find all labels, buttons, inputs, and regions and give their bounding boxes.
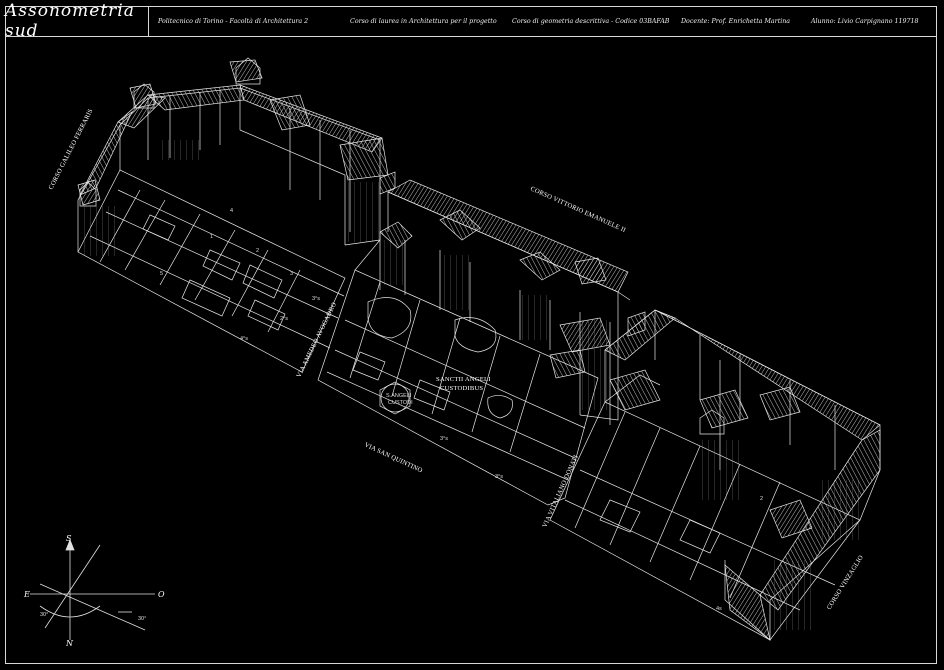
street-corso-galileo-ferraris: CORSO GALILEO FERRARIS xyxy=(48,108,95,191)
svg-text:4: 4 xyxy=(230,208,233,214)
svg-text:3: 3 xyxy=(290,271,293,277)
street-corso-vittorio-emanuele: CORSO VITTORIO EMANUELE II xyxy=(529,185,627,234)
svg-text:3°s: 3°s xyxy=(495,474,503,480)
church-label-2: CUSTODIBUS xyxy=(440,385,483,392)
street-via-vitaliano-donati: VIA VITALIANO DONATI xyxy=(541,454,579,529)
svg-text:4s: 4s xyxy=(716,606,722,612)
svg-text:4°s: 4°s xyxy=(240,336,248,342)
svg-text:2: 2 xyxy=(760,496,763,502)
compass-west: O xyxy=(158,590,165,599)
compass-north: N xyxy=(65,639,74,648)
svg-text:2°s: 2°s xyxy=(280,316,288,322)
ring-label-2: CUSTODI xyxy=(388,400,413,406)
axonometric-drawing: 4 1 2 3 5 2°s 4°s 3°s 3°s 3°s 2 4s SANCTII ANG… xyxy=(23,57,881,648)
street-corso-vinzaglio: CORSO VINZAGLIO xyxy=(826,554,865,611)
svg-text:3°s: 3°s xyxy=(312,296,320,302)
compass-angle-2: 30° xyxy=(138,616,146,622)
svg-text:5: 5 xyxy=(160,271,163,277)
svg-text:1: 1 xyxy=(210,234,213,240)
drawing-sheet: Assonometria sud Politecnico di Torino -… xyxy=(0,0,944,670)
church-labels: SANCTII ANGELI CUSTODIBUS S.ANGELI CUSTO… xyxy=(386,376,491,406)
compass-rose xyxy=(30,538,155,640)
svg-text:3°s: 3°s xyxy=(440,436,448,442)
block-west xyxy=(77,57,389,373)
compass-angle-1: 30° xyxy=(40,612,48,618)
svg-text:2: 2 xyxy=(256,248,259,254)
street-via-san-quintino: VIA SAN QUINTINO xyxy=(363,441,423,474)
compass-east: E xyxy=(23,590,30,599)
compass-south: S xyxy=(66,534,72,543)
church-label-1: SANCTII ANGELI xyxy=(436,376,491,383)
ring-label-1: S.ANGELI xyxy=(386,393,412,399)
